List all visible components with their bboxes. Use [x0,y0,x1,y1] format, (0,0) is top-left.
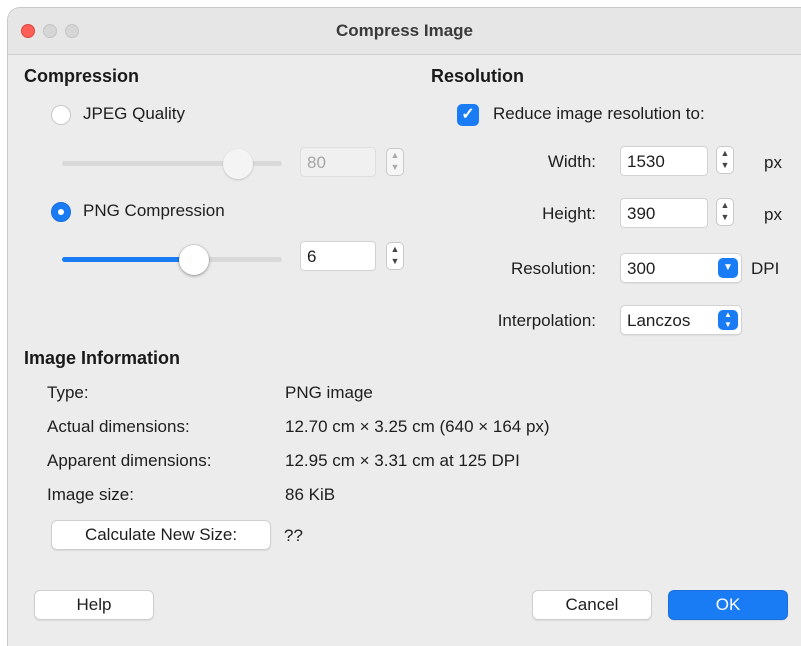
chevron-up-icon[interactable]: ▲ [717,199,733,211]
compress-image-dialog: Compress Image Compression JPEG Quality … [8,8,801,646]
jpeg-quality-slider-knob[interactable] [223,149,253,179]
chevron-down-icon[interactable]: ▼ [717,211,733,223]
interpolation-dropdown[interactable]: Lanczos ▲ ▼ [620,305,742,335]
help-button[interactable]: Help [34,590,154,620]
interpolation-dropdown-value: Lanczos [627,311,691,330]
jpeg-quality-radio[interactable] [51,105,71,125]
image-size-label: Image size: [47,485,134,504]
apparent-dimensions-value: 12.95 cm × 3.31 cm at 125 DPI [285,451,520,470]
chevron-up-down-icon[interactable]: ▲ ▼ [718,310,738,330]
ok-button[interactable]: OK [668,590,788,620]
resolution-dropdown-value: 300 [627,259,656,278]
chevron-up-icon[interactable]: ▲ [387,243,403,255]
width-field[interactable]: 1530 [620,146,708,176]
interpolation-label: Interpolation: [497,311,596,330]
calculate-new-size-button[interactable]: Calculate New Size: [51,520,271,550]
png-compression-slider-knob[interactable] [179,245,209,275]
actual-dimensions-label: Actual dimensions: [47,417,190,436]
calculated-size-value: ?? [284,526,303,545]
image-information-heading: Image Information [24,348,181,368]
title-bar: Compress Image [8,8,801,55]
resolution-unit: DPI [751,259,780,278]
width-unit: px [764,153,782,172]
height-unit: px [764,205,782,224]
chevron-up-icon[interactable]: ▲ [717,147,733,159]
chevron-down-icon[interactable]: ▼ [387,161,403,173]
png-compression-field[interactable]: 6 [300,241,376,271]
compression-heading: Compression [24,66,140,86]
png-compression-slider-fill [62,257,194,262]
height-field[interactable]: 390 [620,198,708,228]
height-label: Height: [542,204,596,223]
type-value: PNG image [285,383,373,402]
type-label: Type: [47,383,89,402]
png-compression-label: PNG Compression [83,201,225,220]
height-stepper[interactable]: ▲ ▼ [716,198,734,226]
reduce-resolution-label: Reduce image resolution to: [493,104,705,123]
jpeg-quality-slider-fill [62,161,238,166]
resolution-heading: Resolution [431,66,524,86]
width-stepper[interactable]: ▲ ▼ [716,146,734,174]
cancel-button[interactable]: Cancel [532,590,652,620]
actual-dimensions-value: 12.70 cm × 3.25 cm (640 × 164 px) [285,417,550,436]
jpeg-quality-label: JPEG Quality [83,104,186,123]
checkmark-icon: ✓ [461,106,475,123]
width-label: Width: [547,152,596,171]
jpeg-quality-stepper[interactable]: ▲ ▼ [386,148,404,176]
image-size-value: 86 KiB [285,485,336,504]
resolution-dropdown[interactable]: 300 ▼ [620,253,742,283]
resolution-label: Resolution: [510,259,596,278]
chevron-down-icon[interactable]: ▼ [387,255,403,267]
chevron-down-icon[interactable]: ▼ [717,159,733,171]
chevron-down-icon[interactable]: ▼ [718,258,738,278]
png-compression-radio[interactable] [51,202,71,222]
jpeg-quality-field[interactable]: 80 [300,147,376,177]
png-compression-stepper[interactable]: ▲ ▼ [386,242,404,270]
png-compression-slider[interactable] [62,257,282,262]
chevron-up-icon[interactable]: ▲ [387,149,403,161]
window-title: Compress Image [336,21,473,40]
apparent-dimensions-label: Apparent dimensions: [47,451,212,470]
reduce-resolution-checkbox[interactable]: ✓ [457,104,479,126]
